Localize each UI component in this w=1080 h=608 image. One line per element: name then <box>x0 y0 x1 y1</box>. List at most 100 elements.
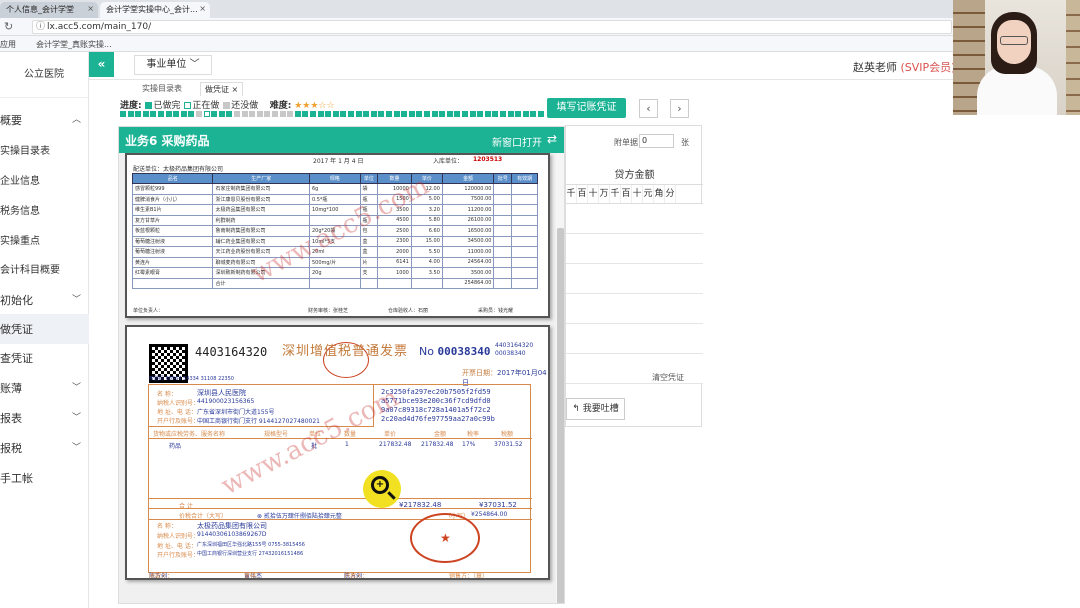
tab-catalog[interactable]: 实操目录表 <box>138 82 186 96</box>
progress-segment[interactable] <box>120 111 126 117</box>
bookmark-acc5[interactable]: 会计学堂_真账实操... <box>36 39 112 50</box>
collapse-sidebar-button[interactable]: « <box>89 52 114 77</box>
progress-segment[interactable] <box>317 111 324 117</box>
sidebar-item-make-voucher[interactable]: 做凭证 <box>0 314 89 344</box>
sidebar-item-company[interactable]: 企业信息 <box>0 172 89 187</box>
progress-segment[interactable] <box>370 111 377 117</box>
progress-segment[interactable] <box>135 111 142 117</box>
progress-segment[interactable] <box>165 111 172 117</box>
zoom-button[interactable]: + <box>363 470 401 508</box>
progress-segment[interactable] <box>211 111 218 117</box>
sidebar-item-manual[interactable]: 手工帐 <box>0 470 89 486</box>
progress-segment[interactable] <box>500 111 506 117</box>
progress-segment[interactable] <box>173 111 180 117</box>
sidebar-item-ledger[interactable]: 账薄 ﹀ <box>0 380 89 396</box>
sidebar-item-tax[interactable]: 税务信息 <box>0 202 89 217</box>
table-cell <box>493 246 513 258</box>
progress-segment[interactable] <box>393 111 400 117</box>
progress-segment[interactable] <box>462 111 468 117</box>
open-new-window-link[interactable]: 新窗口打开 <box>492 134 542 149</box>
fill-voucher-button[interactable]: 填写记账凭证 <box>547 98 626 118</box>
progress-segment[interactable] <box>439 111 446 117</box>
browser-tab-practice[interactable]: 会计学堂实操中心_会计... × <box>100 2 210 18</box>
progress-segment[interactable] <box>348 111 354 117</box>
progress-segment[interactable] <box>203 111 210 117</box>
sidebar-item-key-points[interactable]: 实操重点 <box>0 232 89 247</box>
presenter-glasses <box>1000 36 1028 45</box>
progress-segment[interactable] <box>127 111 134 117</box>
sidebar-item-reports[interactable]: 报表 ﹀ <box>0 410 89 426</box>
sidebar-item-view-voucher[interactable]: 查凭证 <box>0 350 89 366</box>
next-button[interactable]: › <box>670 99 689 118</box>
progress-segment[interactable] <box>507 111 514 117</box>
progress-segment[interactable] <box>340 111 347 117</box>
progress-segment[interactable] <box>332 111 339 117</box>
progress-segment[interactable] <box>538 111 544 117</box>
progress-segment[interactable] <box>408 111 415 117</box>
progress-segment[interactable] <box>431 111 438 117</box>
scrollbar-thumb[interactable] <box>557 228 564 603</box>
sidebar-item-tax-filing[interactable]: 报税 ﹀ <box>0 440 89 456</box>
progress-segment[interactable] <box>302 111 309 117</box>
progress-segment[interactable] <box>386 111 392 117</box>
clear-voucher-link[interactable]: 清空凭证 <box>652 372 684 383</box>
progress-segment[interactable] <box>469 111 476 117</box>
browser-tab-profile[interactable]: 个人信息_会计学堂 × <box>0 2 98 18</box>
progress-segment[interactable] <box>484 111 491 117</box>
bookmark-apps[interactable]: 应用 <box>0 39 16 50</box>
sidebar-item-init[interactable]: 初始化 ﹀ <box>0 292 89 308</box>
progress-segment[interactable] <box>492 111 499 117</box>
progress-segment[interactable] <box>218 111 225 117</box>
panel-scrollbar[interactable] <box>556 153 564 603</box>
progress-segment[interactable] <box>325 111 332 117</box>
voucher-rows[interactable] <box>566 204 703 384</box>
url-field[interactable]: ⓘ lx.acc5.com/main_170/ <box>32 20 952 34</box>
progress-segment[interactable] <box>515 111 522 117</box>
progress-segment[interactable] <box>522 111 529 117</box>
progress-segment[interactable] <box>249 111 256 117</box>
progress-segment[interactable] <box>355 111 362 117</box>
tab-make-voucher[interactable]: 做凭证 × <box>200 82 244 96</box>
sidebar-item-label: 会计科目概要 <box>0 265 60 276</box>
progress-segment[interactable] <box>287 111 294 117</box>
progress-segment[interactable] <box>279 111 286 117</box>
table-cell: 维生素B1片 <box>131 204 214 216</box>
progress-segment[interactable] <box>378 111 385 117</box>
progress-segment[interactable] <box>446 111 453 117</box>
progress-segment[interactable] <box>310 111 316 117</box>
progress-segment[interactable] <box>234 111 240 117</box>
close-icon[interactable]: × <box>199 4 206 13</box>
prev-button[interactable]: ‹ <box>639 99 658 118</box>
close-icon[interactable]: × <box>87 4 94 13</box>
progress-segment[interactable] <box>150 111 157 117</box>
progress-segment[interactable] <box>294 111 301 117</box>
complain-button[interactable]: ↰ 我要吐槽 <box>566 398 625 420</box>
progress-segment[interactable] <box>256 111 263 117</box>
progress-segment[interactable] <box>226 111 233 117</box>
progress-segment[interactable] <box>477 111 484 117</box>
progress-segment[interactable] <box>530 111 537 117</box>
progress-segment[interactable] <box>142 111 149 117</box>
progress-segment[interactable] <box>241 111 248 117</box>
progress-segment[interactable] <box>196 111 202 117</box>
close-icon[interactable]: × <box>232 85 239 94</box>
browser-tab-bar: 个人信息_会计学堂 × 会计学堂实操中心_会计... × <box>0 0 1080 18</box>
progress-segment[interactable] <box>363 111 370 117</box>
progress-segment[interactable] <box>264 111 271 117</box>
progress-segment[interactable] <box>401 111 408 117</box>
sidebar-item-accounts[interactable]: 会计科目概要 <box>0 261 89 276</box>
sidebar-item-overview[interactable]: 概要 ︿ <box>0 112 89 128</box>
progress-segment[interactable] <box>188 111 195 117</box>
progress-segment[interactable] <box>424 111 430 117</box>
progress-segment[interactable] <box>416 111 423 117</box>
progress-segment[interactable] <box>272 111 278 117</box>
panel-title: 业务6 采购药品 <box>125 134 210 148</box>
swap-icon[interactable]: ⇄ <box>547 132 557 146</box>
progress-segment[interactable] <box>180 111 187 117</box>
reload-icon[interactable]: ↻ <box>4 20 13 33</box>
unit-type-select[interactable]: 事业单位 ﹀ <box>134 55 212 75</box>
progress-segment[interactable] <box>454 111 461 117</box>
attach-count-input[interactable]: 0 <box>639 134 674 148</box>
progress-segment[interactable] <box>158 111 164 117</box>
sidebar-item-catalog[interactable]: 实操目录表 <box>0 142 89 157</box>
